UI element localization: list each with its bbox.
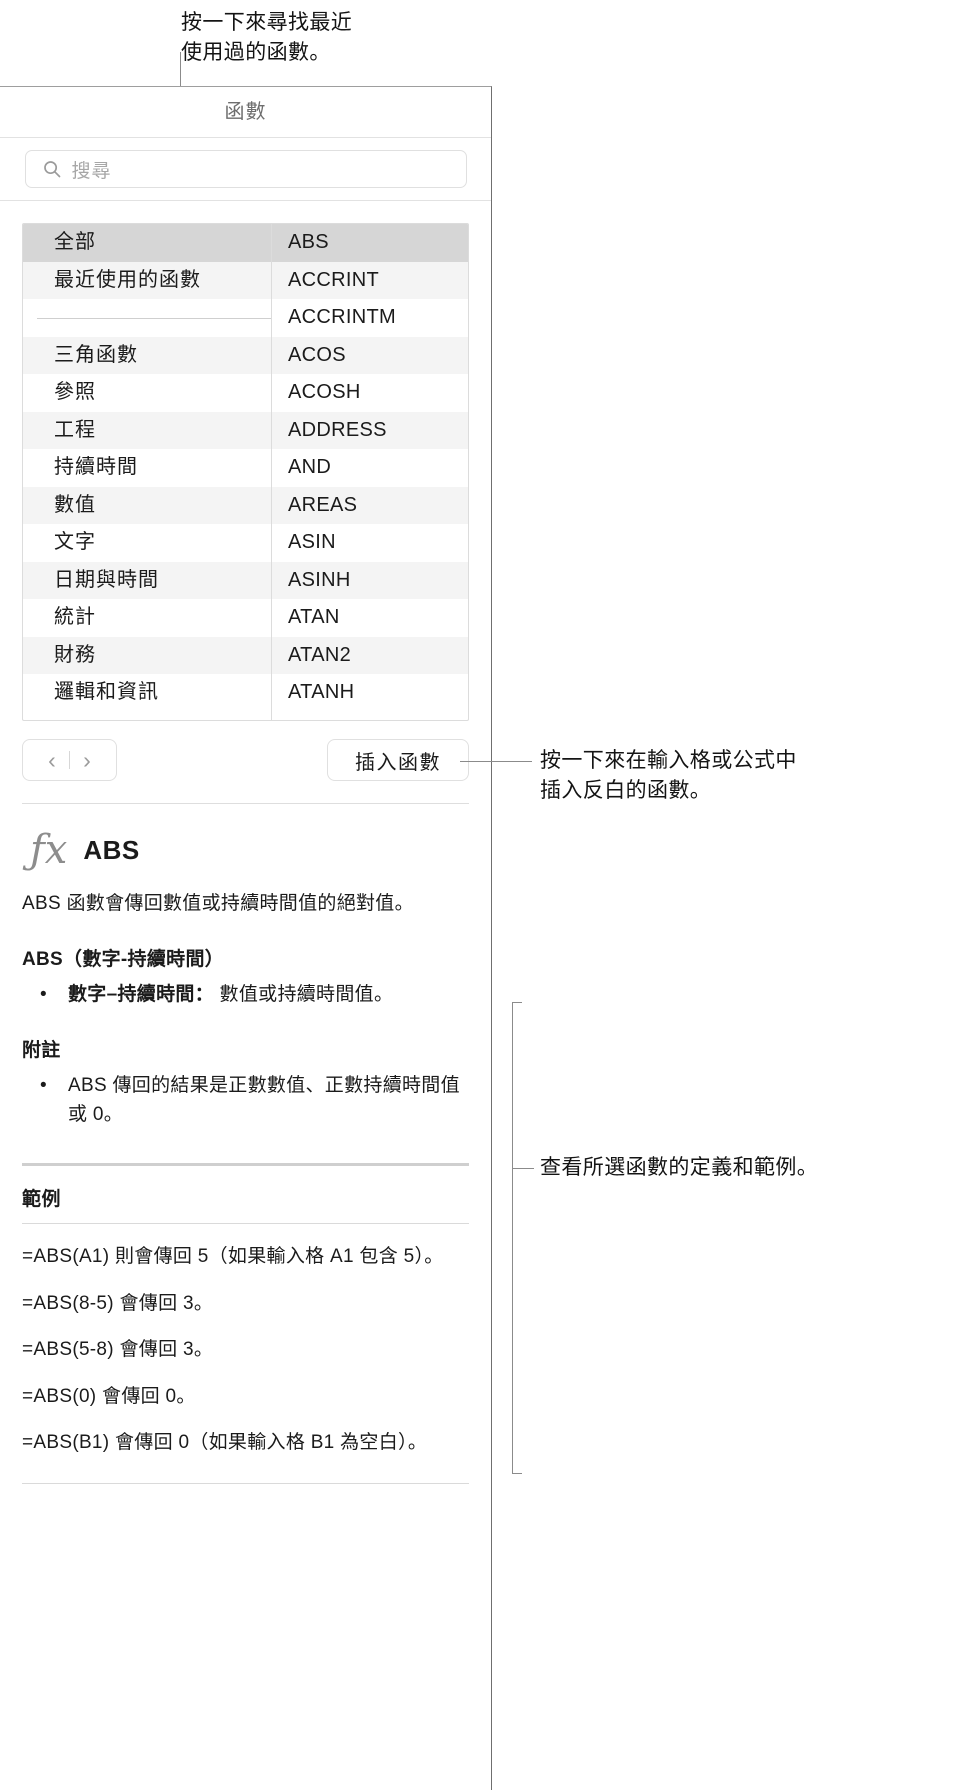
function-item[interactable]: ABS: [272, 224, 468, 262]
category-item[interactable]: 參照: [23, 374, 271, 412]
category-item[interactable]: 持續時間: [23, 449, 271, 487]
function-item[interactable]: ACOS: [272, 336, 468, 374]
example-line: =ABS(B1) 會傳回 0（如果輸入格 B1 為空白）。: [22, 1432, 428, 1454]
function-item[interactable]: ATAN: [272, 599, 468, 637]
function-item[interactable]: ATAN2: [272, 636, 468, 674]
function-item[interactable]: ACCRINTM: [272, 299, 468, 337]
argument-text: 數值或持續時間值。: [213, 983, 394, 1005]
category-list[interactable]: 全部 最近使用的函數 三角函數 參照 工程 持續時間 數值 文字 日期與時間 統計 財務 邏輯和資訊: [23, 224, 272, 720]
fx-icon: ƒx: [30, 827, 68, 873]
function-syntax: ABS（數字-持續時間）: [22, 948, 225, 970]
category-item[interactable]: 工程: [23, 411, 271, 449]
function-item[interactable]: AND: [272, 449, 468, 487]
category-item[interactable]: 三角函數: [23, 336, 271, 374]
search-icon: [42, 159, 62, 179]
browser-toolbar: ‹ › 插入函數: [22, 739, 469, 781]
functions-panel: 函數 搜尋 全部 最近使用的函數 三角函數 參照 工程 持續時間 數值 文字 日期與時間 統計 財務…: [0, 86, 492, 1790]
argument-term: 數字–持續時間：: [68, 983, 214, 1005]
examples-bottom-rule: [22, 1483, 469, 1485]
example-line: =ABS(0) 會傳回 0。: [22, 1385, 196, 1407]
category-item[interactable]: 全部: [23, 224, 271, 262]
function-item[interactable]: ASINH: [272, 561, 468, 599]
function-item[interactable]: AREAS: [272, 486, 468, 524]
chevron-right-icon[interactable]: ›: [70, 748, 104, 772]
search-placeholder: 搜尋: [71, 160, 112, 182]
chevron-left-icon[interactable]: ‹: [35, 748, 69, 772]
function-item[interactable]: ACCRINT: [272, 261, 468, 299]
category-separator: [23, 299, 271, 337]
function-browser: 全部 最近使用的函數 三角函數 參照 工程 持續時間 數值 文字 日期與時間 統計 財務 邏輯和資訊 …: [22, 223, 469, 721]
function-list[interactable]: ABS ACCRINT ACCRINTM ACOS ACOSH ADDRESS AND ARE…: [272, 224, 468, 720]
category-item[interactable]: 文字: [23, 524, 271, 562]
category-item[interactable]: 日期與時間: [23, 561, 271, 599]
example-line: =ABS(A1) 則會傳回 5（如果輸入格 A1 包含 5）。: [22, 1246, 444, 1268]
function-name: ABS: [83, 834, 140, 865]
category-item[interactable]: 邏輯和資訊: [23, 674, 271, 712]
function-item[interactable]: ASIN: [272, 524, 468, 562]
callout-detail-leader-line: [512, 1168, 534, 1169]
function-notes: ABS 傳回的結果是正數數值、正數持續時間值或 0。: [22, 1072, 469, 1129]
search-input[interactable]: 搜尋: [24, 150, 467, 188]
category-item[interactable]: 統計: [23, 599, 271, 637]
argument-item: 數字–持續時間： 數值或持續時間值。: [22, 981, 469, 1010]
insert-function-button[interactable]: 插入函數: [327, 739, 469, 781]
function-description: ABS 函數會傳回數值或持續時間值的絕對值。: [22, 893, 414, 914]
note-item: ABS 傳回的結果是正數數值、正數持續時間值或 0。: [22, 1072, 469, 1129]
examples-list: =ABS(A1) 則會傳回 5（如果輸入格 A1 包含 5）。 =ABS(8-5)…: [22, 1224, 469, 1457]
category-item[interactable]: 最近使用的函數: [23, 261, 271, 299]
callout-insert-leader-line: [460, 761, 532, 762]
callout-detail-bracket: [512, 1002, 522, 1474]
function-item[interactable]: ADDRESS: [272, 411, 468, 449]
notes-heading: 附註: [22, 1040, 61, 1062]
example-line: =ABS(8-5) 會傳回 3。: [22, 1292, 214, 1314]
examples-heading: 範例: [22, 1189, 62, 1211]
search-row: 搜尋: [0, 138, 491, 201]
examples-top-rule: [22, 1163, 469, 1167]
callout-recent-functions: 按一下來尋找最近 使用過的函數。: [181, 11, 353, 64]
callout-insert-function: 按一下來在輸入格或公式中 插入反白的函數。: [540, 749, 797, 802]
category-item[interactable]: 數值: [23, 486, 271, 524]
function-arguments: 數字–持續時間： 數值或持續時間值。: [22, 981, 469, 1010]
function-detail: ƒx ABS ABS 函數會傳回數值或持續時間值的絕對值。 ABS（數字-持續時…: [22, 803, 469, 1485]
function-item[interactable]: ATANH: [272, 674, 468, 712]
example-line: =ABS(5-8) 會傳回 3。: [22, 1339, 214, 1361]
callout-detail-view: 查看所選函數的定義和範例。: [540, 1156, 819, 1179]
category-item[interactable]: 財務: [23, 636, 271, 674]
panel-title: 函數: [0, 87, 491, 138]
nav-stepper[interactable]: ‹ ›: [22, 739, 117, 781]
function-item[interactable]: ACOSH: [272, 374, 468, 412]
function-detail-header: ƒx ABS: [22, 830, 469, 870]
